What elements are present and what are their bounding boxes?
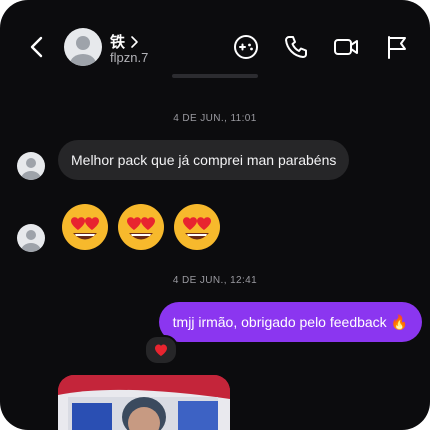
incoming-image-message[interactable]	[58, 375, 230, 430]
sender-avatar[interactable]	[17, 152, 45, 180]
contact-name: 铁	[110, 34, 126, 51]
video-icon[interactable]	[332, 33, 360, 61]
heart-eyes-emoji	[174, 204, 220, 250]
contact-name-row[interactable]: 铁	[110, 31, 139, 52]
contact-avatar[interactable]	[64, 28, 102, 66]
chat-header: 铁 flpzn.7	[0, 0, 430, 92]
outgoing-message-bubble[interactable]: tmjj irmão, obrigado pelo feedback 🔥	[158, 302, 422, 342]
sender-avatar[interactable]	[17, 224, 45, 252]
flag-icon[interactable]	[383, 33, 411, 61]
chevron-right-icon	[131, 35, 138, 48]
heart-eyes-emoji	[118, 204, 164, 250]
message-timestamp: 4 DE JUN., 12:41	[172, 275, 258, 286]
contact-username: flpzn.7	[110, 50, 149, 65]
back-arrow-icon[interactable]	[24, 34, 50, 60]
chat-screen: 铁 flpzn.7 4 DE JUN., 11:01 Melhor pack q…	[0, 0, 430, 430]
emoji-message[interactable]	[60, 202, 222, 252]
heart-eyes-emoji	[62, 204, 108, 250]
previous-message-edge	[172, 74, 258, 78]
message-timestamp: 4 DE JUN., 11:01	[173, 113, 257, 124]
phone-icon[interactable]	[282, 33, 310, 61]
heart-reaction-icon[interactable]	[144, 335, 178, 365]
games-icon[interactable]	[232, 33, 260, 61]
incoming-message-bubble[interactable]: Melhor pack que já comprei man parabéns	[58, 140, 350, 180]
